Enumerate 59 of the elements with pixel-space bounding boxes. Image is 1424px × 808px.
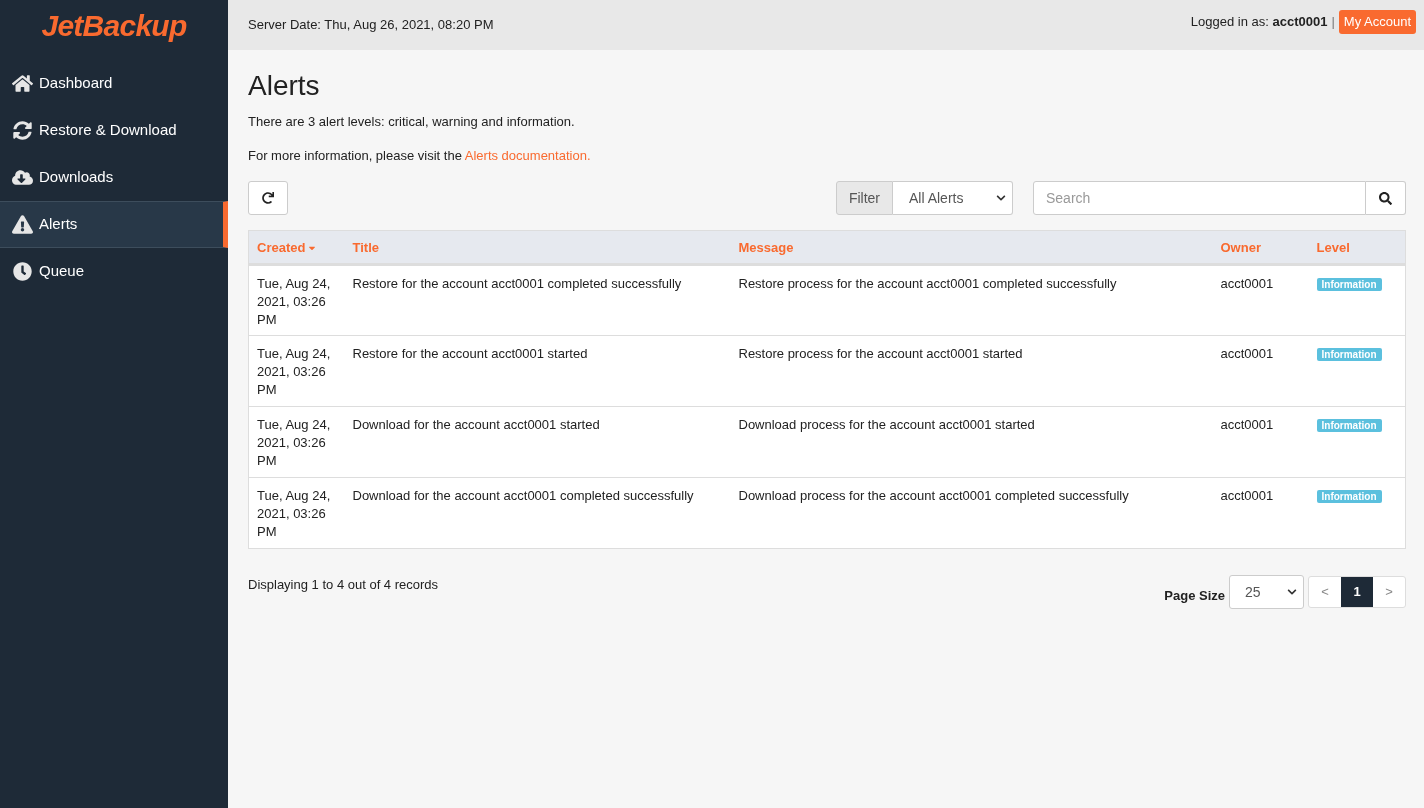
column-header[interactable]: Title (344, 230, 731, 265)
page-button[interactable]: 1 (1341, 577, 1373, 607)
table-cell: Download for the account acct0001 started (352, 417, 600, 432)
chevron-icon (996, 193, 1006, 203)
next-page-button[interactable]: > (1373, 577, 1405, 607)
cloud-download-icon (12, 168, 33, 187)
search-button[interactable] (1366, 181, 1406, 215)
column-header[interactable]: Message (730, 230, 1213, 265)
table-cell: Tue, Aug 24, 2021, 03:26 PM (257, 276, 331, 327)
records-count: Displaying 1 to 4 out of 4 records (248, 576, 439, 594)
sync-icon (12, 121, 33, 140)
documentation-link[interactable]: Alerts documentation. (464, 147, 591, 163)
table-cell: Tue, Aug 24, 2021, 03:26 PM (257, 417, 331, 468)
chevron-icon (1287, 587, 1297, 597)
column-header[interactable]: Created (248, 230, 345, 265)
column-header[interactable]: Level (1308, 230, 1406, 265)
filter-select[interactable]: All Alerts (893, 181, 1013, 215)
my-account-button[interactable]: My Account (1338, 10, 1416, 34)
refresh-button[interactable] (248, 181, 288, 215)
search-field[interactable]: Search (1033, 181, 1366, 215)
table-cell: acct0001 (1220, 346, 1274, 361)
separator: | (1331, 13, 1335, 32)
table-cell: Download process for the account acct0001 started (738, 417, 1035, 432)
filter-label: Filter (835, 181, 893, 215)
level-badge: Information (1316, 278, 1382, 291)
table-cell: Restore for the account acct0001 completed successfully (352, 276, 682, 291)
refresh-icon (262, 192, 274, 204)
level-badge: Information (1316, 348, 1382, 361)
table-cell: Restore process for the account acct0001 completed successfully (738, 276, 1117, 291)
table-cell: Tue, Aug 24, 2021, 03:26 PM (257, 346, 331, 397)
table-cell: Download for the account acct0001 completed successfully (352, 488, 694, 503)
logo: JetBackup (41, 7, 187, 44)
level-badge: Information (1316, 490, 1382, 503)
level-badge: Information (1316, 419, 1382, 432)
home-icon (12, 74, 33, 93)
page-size-select[interactable]: 25 (1229, 575, 1304, 609)
sidebar-item[interactable]: Alerts (0, 201, 228, 248)
table-cell: acct0001 (1220, 488, 1274, 503)
server-date: Server Date: Thu, Aug 26, 2021, 08:20 PM (248, 16, 494, 35)
clock-icon (12, 262, 33, 281)
column-header[interactable]: Owner (1212, 230, 1309, 265)
table-cell: acct0001 (1220, 417, 1274, 432)
logged-in-text: Logged in as: acct0001 (1190, 13, 1328, 32)
warning-icon (12, 215, 33, 234)
page-title: Alerts (248, 69, 321, 103)
page-size-label: Page Size (1164, 587, 1225, 606)
table-cell: acct0001 (1220, 276, 1274, 291)
search-icon (1379, 191, 1392, 205)
previous-page-button[interactable]: < (1309, 577, 1341, 607)
sidebar-item[interactable]: Dashboard (0, 60, 228, 107)
info-text: For more information, please visit the Alerts documentation. (248, 146, 592, 165)
table-cell: Download process for the account acct0001 completed successfully (738, 488, 1129, 503)
table-cell: Restore process for the account acct0001 started (738, 346, 1023, 361)
sidebar-item[interactable]: Downloads (0, 154, 228, 201)
intro-text: There are 3 alert levels: critical, warning and information. (248, 113, 576, 131)
table-cell: Restore for the account acct0001 started (352, 346, 588, 361)
table-cell: Tue, Aug 24, 2021, 03:26 PM (257, 488, 331, 539)
sidebar-item[interactable]: Queue (0, 248, 228, 295)
sidebar-item[interactable]: Restore & Download (0, 107, 228, 154)
